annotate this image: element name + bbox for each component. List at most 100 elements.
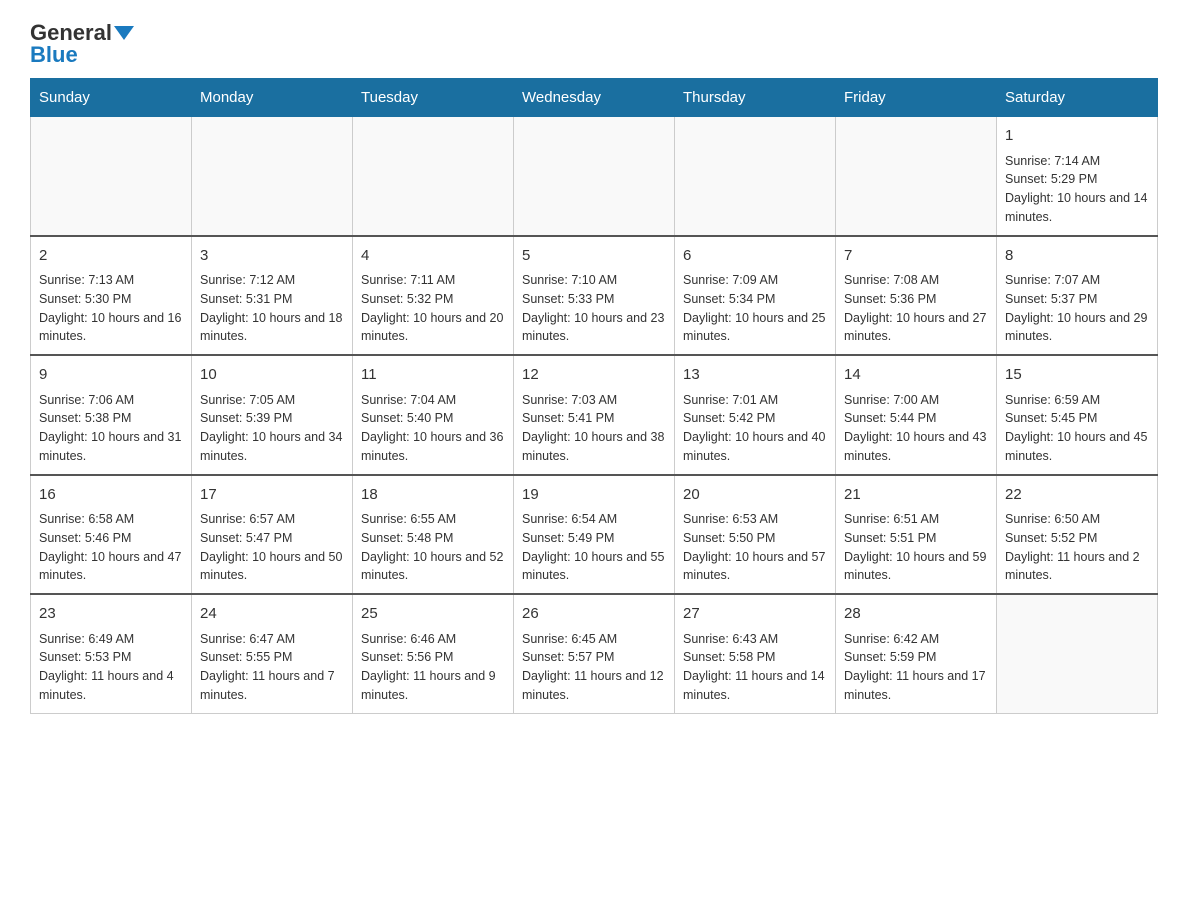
day-number: 15 [1005,364,1149,387]
day-info: Sunrise: 6:50 AM [1005,510,1149,529]
day-info: Daylight: 10 hours and 36 minutes. [361,428,505,466]
day-info: Sunset: 5:29 PM [1005,170,1149,189]
day-info: Sunrise: 6:46 AM [361,630,505,649]
day-info: Daylight: 10 hours and 29 minutes. [1005,309,1149,347]
calendar-cell: 18Sunrise: 6:55 AMSunset: 5:48 PMDayligh… [353,475,514,595]
logo-arrow-icon [114,26,134,40]
day-info: Sunrise: 6:49 AM [39,630,183,649]
day-info: Sunrise: 7:03 AM [522,391,666,410]
day-info: Sunrise: 7:00 AM [844,391,988,410]
day-info: Sunrise: 7:01 AM [683,391,827,410]
day-info: Daylight: 10 hours and 25 minutes. [683,309,827,347]
day-info: Sunrise: 6:53 AM [683,510,827,529]
day-info: Sunset: 5:38 PM [39,409,183,428]
calendar-cell: 11 Sunrise: 7:04 AMSunset: 5:40 PMDayligh… [353,355,514,475]
day-info: Daylight: 10 hours and 14 minutes. [1005,189,1149,227]
calendar-cell: 22Sunrise: 6:50 AMSunset: 5:52 PMDayligh… [997,475,1158,595]
day-info: Sunset: 5:55 PM [200,648,344,667]
day-info: Sunset: 5:47 PM [200,529,344,548]
calendar-cell: 20Sunrise: 6:53 AMSunset: 5:50 PMDayligh… [675,475,836,595]
day-number: 18 [361,484,505,507]
day-info: Daylight: 10 hours and 38 minutes. [522,428,666,466]
weekday-header-wednesday: Wednesday [514,79,675,117]
day-info: Sunrise: 6:55 AM [361,510,505,529]
day-info: Sunset: 5:30 PM [39,290,183,309]
day-info: Daylight: 10 hours and 50 minutes. [200,548,344,586]
day-info: Sunrise: 6:51 AM [844,510,988,529]
calendar-cell: 2Sunrise: 7:13 AMSunset: 5:30 PMDaylight… [31,236,192,356]
day-info: Daylight: 11 hours and 9 minutes. [361,667,505,705]
day-info: Sunset: 5:51 PM [844,529,988,548]
calendar-cell: 16Sunrise: 6:58 AMSunset: 5:46 PMDayligh… [31,475,192,595]
day-info: Sunrise: 7:08 AM [844,271,988,290]
calendar-cell: 3Sunrise: 7:12 AMSunset: 5:31 PMDaylight… [192,236,353,356]
day-info: Sunrise: 7:10 AM [522,271,666,290]
day-number: 12 [522,364,666,387]
day-info: Sunrise: 6:43 AM [683,630,827,649]
day-number: 10 [200,364,344,387]
day-info: Sunrise: 7:04 AM [361,391,505,410]
day-number: 27 [683,603,827,626]
calendar-cell: 19Sunrise: 6:54 AMSunset: 5:49 PMDayligh… [514,475,675,595]
day-info: Sunrise: 6:57 AM [200,510,344,529]
calendar-cell: 10Sunrise: 7:05 AMSunset: 5:39 PMDayligh… [192,355,353,475]
calendar-cell: 7Sunrise: 7:08 AMSunset: 5:36 PMDaylight… [836,236,997,356]
calendar-cell: 23Sunrise: 6:49 AMSunset: 5:53 PMDayligh… [31,594,192,713]
day-info: Daylight: 10 hours and 16 minutes. [39,309,183,347]
calendar-cell [353,117,514,236]
day-number: 19 [522,484,666,507]
day-info: Daylight: 11 hours and 17 minutes. [844,667,988,705]
day-info: Sunset: 5:37 PM [1005,290,1149,309]
weekday-header-saturday: Saturday [997,79,1158,117]
day-info: Sunrise: 7:12 AM [200,271,344,290]
day-info: Sunrise: 7:13 AM [39,271,183,290]
day-info: Sunset: 5:58 PM [683,648,827,667]
calendar-cell [192,117,353,236]
weekday-header-sunday: Sunday [31,79,192,117]
weekday-header-tuesday: Tuesday [353,79,514,117]
day-number: 6 [683,245,827,268]
day-info: Sunrise: 7:09 AM [683,271,827,290]
day-number: 13 [683,364,827,387]
calendar-cell: 24Sunrise: 6:47 AMSunset: 5:55 PMDayligh… [192,594,353,713]
day-info: Sunrise: 7:14 AM [1005,152,1149,171]
day-info: Sunset: 5:44 PM [844,409,988,428]
day-info: Sunset: 5:36 PM [844,290,988,309]
calendar-cell: 21Sunrise: 6:51 AMSunset: 5:51 PMDayligh… [836,475,997,595]
day-number: 16 [39,484,183,507]
day-info: Sunset: 5:32 PM [361,290,505,309]
day-info: Daylight: 10 hours and 52 minutes. [361,548,505,586]
calendar-cell: 14Sunrise: 7:00 AMSunset: 5:44 PMDayligh… [836,355,997,475]
day-info: Daylight: 10 hours and 59 minutes. [844,548,988,586]
week-row-1: 1Sunrise: 7:14 AMSunset: 5:29 PMDaylight… [31,117,1158,236]
calendar-cell: 5Sunrise: 7:10 AMSunset: 5:33 PMDaylight… [514,236,675,356]
calendar-cell: 26Sunrise: 6:45 AMSunset: 5:57 PMDayligh… [514,594,675,713]
calendar-cell: 15Sunrise: 6:59 AMSunset: 5:45 PMDayligh… [997,355,1158,475]
day-info: Sunset: 5:34 PM [683,290,827,309]
calendar-cell: 1Sunrise: 7:14 AMSunset: 5:29 PMDaylight… [997,117,1158,236]
day-number: 9 [39,364,183,387]
day-info: Daylight: 10 hours and 18 minutes. [200,309,344,347]
week-row-2: 2Sunrise: 7:13 AMSunset: 5:30 PMDaylight… [31,236,1158,356]
day-info: Sunrise: 6:42 AM [844,630,988,649]
day-info: Sunset: 5:40 PM [361,409,505,428]
day-info: Sunset: 5:52 PM [1005,529,1149,548]
day-number: 11 [361,364,505,387]
day-number: 22 [1005,484,1149,507]
day-number: 25 [361,603,505,626]
day-info: Daylight: 10 hours and 45 minutes. [1005,428,1149,466]
weekday-header-friday: Friday [836,79,997,117]
day-info: Sunset: 5:33 PM [522,290,666,309]
day-number: 24 [200,603,344,626]
day-info: Daylight: 10 hours and 31 minutes. [39,428,183,466]
calendar-cell: 4Sunrise: 7:11 AMSunset: 5:32 PMDaylight… [353,236,514,356]
calendar-cell [836,117,997,236]
calendar-cell: 12Sunrise: 7:03 AMSunset: 5:41 PMDayligh… [514,355,675,475]
day-info: Sunrise: 6:58 AM [39,510,183,529]
day-number: 14 [844,364,988,387]
day-number: 17 [200,484,344,507]
day-info: Sunrise: 6:59 AM [1005,391,1149,410]
calendar-cell: 9Sunrise: 7:06 AMSunset: 5:38 PMDaylight… [31,355,192,475]
calendar-cell: 13Sunrise: 7:01 AMSunset: 5:42 PMDayligh… [675,355,836,475]
day-info: Sunset: 5:59 PM [844,648,988,667]
